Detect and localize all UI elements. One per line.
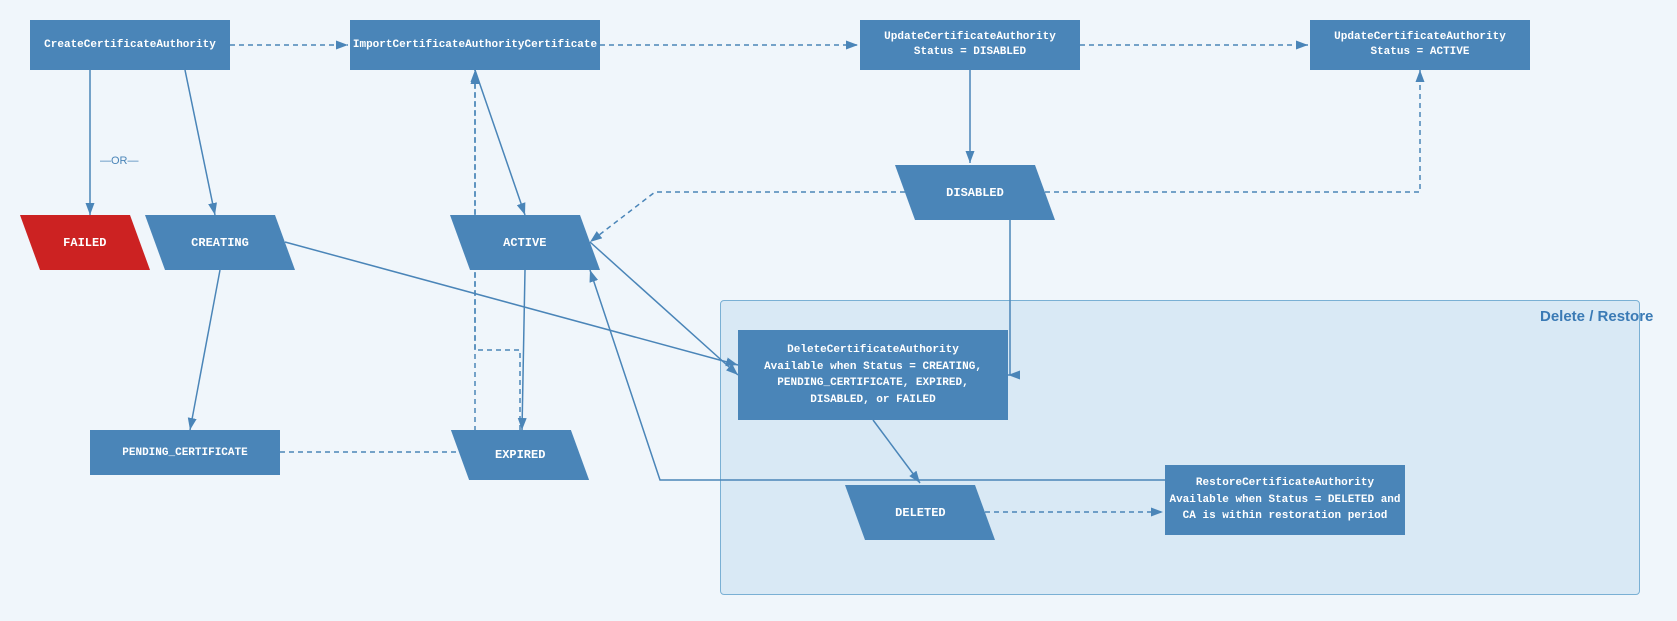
node-failed: FAILED [30,215,140,270]
node-importCA: ImportCertificateAuthorityCertificate [350,20,600,70]
diagram: Delete / Restore CreateCertificateAuthor… [0,0,1677,621]
node-updateActive: UpdateCertificateAuthority Status = ACTI… [1310,20,1530,70]
node-restoreCA: RestoreCertificateAuthority Available wh… [1165,465,1405,535]
delete-restore-label: Delete / Restore [1540,308,1653,325]
node-pendingCert: PENDING_CERTIFICATE [90,430,280,475]
node-disabled: DISABLED [905,165,1045,220]
or-label: —OR— [100,155,139,167]
node-deleted: DELETED [855,485,985,540]
node-updateDisabled: UpdateCertificateAuthority Status = DISA… [860,20,1080,70]
node-expired: EXPIRED [460,430,580,480]
node-deleteCA: DeleteCertificateAuthority Available whe… [738,330,1008,420]
node-creating: CREATING [155,215,285,270]
node-active: ACTIVE [460,215,590,270]
node-createCA: CreateCertificateAuthority [30,20,230,70]
